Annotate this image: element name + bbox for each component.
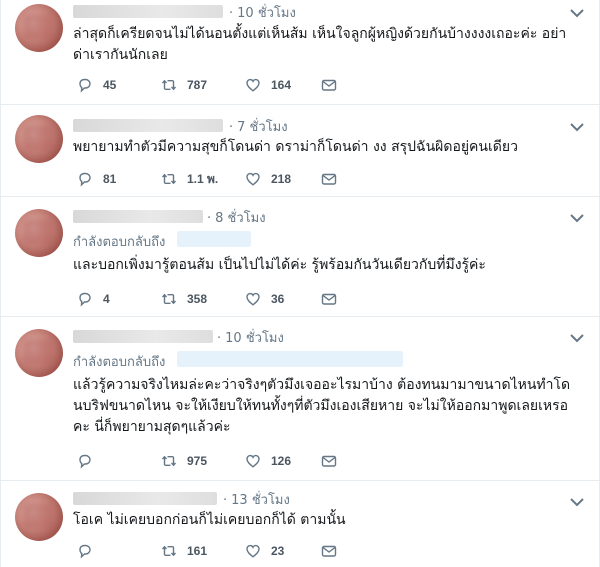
tweet-text: แล้วรู้ความจริงไหมล่ะคะว่าจริงๆตัวมึงเจอ… bbox=[73, 377, 571, 435]
retweet-icon bbox=[161, 293, 177, 305]
like-button[interactable]: 23 bbox=[245, 541, 284, 561]
reply-icon bbox=[79, 78, 91, 93]
tweet[interactable]: · 8 ชั่วโมง กำลังตอบกลับถึง และบอกเพิ่งมา… bbox=[1, 196, 600, 316]
author-name-blurred[interactable] bbox=[73, 492, 217, 505]
envelope-icon bbox=[321, 293, 337, 305]
tweet-timestamp[interactable]: · 7 ชั่วโมง bbox=[229, 116, 288, 137]
avatar[interactable] bbox=[15, 4, 63, 52]
tweet-text: ล่าสุดก็เครียดจนไม่ได้นอนตั้งแต่เห็นส้ม … bbox=[73, 26, 567, 63]
tweet[interactable]: · 7 ชั่วโมง พยายามทำตัวมีความสุขก็โดนด่า … bbox=[1, 104, 600, 196]
tweet-timestamp[interactable]: · 10 ชั่วโมง bbox=[217, 327, 284, 348]
tweet-text: พยายามทำตัวมีความสุขก็โดนด่า ดราม่าก็โดน… bbox=[73, 139, 518, 155]
reply-button[interactable]: 45 bbox=[77, 75, 116, 95]
like-count: 126 bbox=[271, 454, 292, 468]
author-name-blurred[interactable] bbox=[73, 5, 223, 18]
direct-message-button[interactable] bbox=[321, 169, 337, 189]
tweet-actions: 81 1.1 พ. 218 bbox=[73, 169, 373, 189]
tweet-text: และบอกเพิ่งมารู้ตอนส้ม เป็นไปไม่ได้ค่ะ ร… bbox=[73, 257, 486, 273]
tweet-actions: 45 787 164 bbox=[73, 75, 373, 95]
like-button[interactable]: 164 bbox=[245, 75, 291, 95]
retweet-count: 161 bbox=[187, 544, 208, 558]
tweet-feed: · 10 ชั่วโมง ล่าสุดก็เครียดจนไม่ได้นอนตั้… bbox=[0, 0, 600, 567]
heart-icon bbox=[246, 544, 260, 558]
reply-button[interactable] bbox=[77, 451, 103, 471]
chevron-down-icon[interactable] bbox=[569, 496, 585, 508]
envelope-icon bbox=[321, 545, 337, 557]
chevron-down-icon[interactable] bbox=[569, 332, 585, 344]
reply-icon bbox=[79, 172, 91, 187]
reply-button[interactable]: 81 bbox=[77, 169, 116, 189]
tweet-actions: 975 126 bbox=[73, 451, 373, 471]
reply-count: 45 bbox=[103, 78, 117, 92]
tweet-timestamp[interactable]: · 13 ชั่วโมง bbox=[223, 489, 290, 510]
chevron-down-icon[interactable] bbox=[569, 7, 585, 19]
author-name-blurred[interactable] bbox=[73, 210, 203, 223]
tweet[interactable]: · 10 ชั่วโมง กำลังตอบกลับถึง แล้วรู้ความจ… bbox=[1, 316, 600, 480]
direct-message-button[interactable] bbox=[321, 289, 337, 309]
avatar[interactable] bbox=[15, 493, 63, 541]
tweet-timestamp[interactable]: · 8 ชั่วโมง bbox=[207, 207, 266, 228]
retweet-icon bbox=[161, 455, 177, 467]
retweet-button[interactable]: 787 bbox=[161, 75, 207, 95]
tweet[interactable]: · 13 ชั่วโมง โอเค ไม่เคยบอกก่อนก็ไม่เคยบอ… bbox=[1, 480, 600, 567]
retweet-button[interactable]: 1.1 พ. bbox=[161, 169, 218, 189]
chevron-down-icon[interactable] bbox=[569, 212, 585, 224]
reply-icon bbox=[79, 292, 91, 307]
like-button[interactable]: 218 bbox=[245, 169, 291, 189]
direct-message-button[interactable] bbox=[321, 541, 337, 561]
retweet-count: 358 bbox=[187, 292, 208, 306]
like-button[interactable]: 126 bbox=[245, 451, 291, 471]
reply-button[interactable]: 4 bbox=[77, 289, 110, 309]
retweet-count: 1.1 พ. bbox=[187, 171, 219, 186]
like-count: 218 bbox=[271, 172, 292, 186]
author-name-blurred[interactable] bbox=[73, 330, 213, 343]
reply-count: 81 bbox=[103, 172, 117, 186]
direct-message-button[interactable] bbox=[321, 75, 337, 95]
like-count: 36 bbox=[271, 292, 285, 306]
replying-to-label: กำลังตอบกลับถึง bbox=[73, 235, 166, 250]
reply-icon bbox=[79, 454, 91, 469]
reply-count: 4 bbox=[103, 292, 110, 306]
heart-icon bbox=[246, 454, 260, 468]
heart-icon bbox=[246, 78, 260, 92]
retweet-button[interactable]: 161 bbox=[161, 541, 207, 561]
retweet-icon bbox=[161, 79, 177, 91]
heart-icon bbox=[246, 172, 260, 186]
author-name-blurred[interactable] bbox=[73, 119, 223, 132]
reply-button[interactable] bbox=[77, 541, 103, 561]
heart-icon bbox=[246, 292, 260, 306]
avatar[interactable] bbox=[15, 329, 63, 377]
avatar[interactable] bbox=[15, 115, 63, 163]
like-button[interactable]: 36 bbox=[245, 289, 284, 309]
retweet-count: 787 bbox=[187, 78, 208, 92]
tweet-timestamp[interactable]: · 10 ชั่วโมง bbox=[229, 2, 296, 23]
retweet-button[interactable]: 975 bbox=[161, 451, 207, 471]
tweet-actions: 161 23 bbox=[73, 541, 373, 561]
reply-icon bbox=[79, 544, 91, 559]
retweet-icon bbox=[161, 545, 177, 557]
like-count: 23 bbox=[271, 544, 285, 558]
tweet-actions: 4 358 36 bbox=[73, 289, 373, 309]
envelope-icon bbox=[321, 79, 337, 91]
like-count: 164 bbox=[271, 78, 292, 92]
direct-message-button[interactable] bbox=[321, 451, 337, 471]
replying-to-handle-blurred[interactable] bbox=[177, 231, 251, 247]
replying-to-handle-blurred[interactable] bbox=[177, 351, 403, 367]
avatar[interactable] bbox=[15, 209, 63, 257]
replying-to-label: กำลังตอบกลับถึง bbox=[73, 355, 166, 370]
chevron-down-icon[interactable] bbox=[569, 121, 585, 133]
tweet[interactable]: · 10 ชั่วโมง ล่าสุดก็เครียดจนไม่ได้นอนตั้… bbox=[1, 0, 600, 104]
tweet-text: โอเค ไม่เคยบอกก่อนก็ไม่เคยบอกก็ได้ ตามนั… bbox=[73, 512, 346, 528]
envelope-icon bbox=[321, 173, 337, 185]
retweet-button[interactable]: 358 bbox=[161, 289, 207, 309]
retweet-icon bbox=[161, 173, 177, 185]
retweet-count: 975 bbox=[187, 454, 208, 468]
envelope-icon bbox=[321, 455, 337, 467]
